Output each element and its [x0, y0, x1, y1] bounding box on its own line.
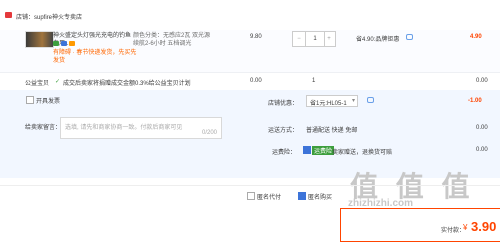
freight-insurance-fee: 0.00: [476, 147, 488, 153]
shipping-value: 普通配送 快递 免邮: [306, 128, 358, 134]
shipping-label: 运送方式：: [268, 128, 299, 134]
message-counter: 0/200: [201, 130, 217, 136]
store-coupon-label: 店铺优惠：: [268, 101, 299, 107]
chat-icon[interactable]: [406, 34, 413, 40]
unit-price: 9.80: [250, 34, 262, 40]
shipping-fee: 0.00: [476, 125, 488, 131]
total-label: 实付款：: [441, 228, 466, 234]
badge-icon: [53, 41, 59, 46]
charity-subtotal: 0.00: [476, 78, 488, 84]
invoice-checkbox[interactable]: [26, 96, 34, 104]
quantity-input[interactable]: 1: [305, 32, 325, 46]
charity-desc: 成交后卖家将捐赠成交金额0.3%给公益宝贝计划: [63, 81, 191, 87]
anonymous-pay-checkbox[interactable]: [247, 192, 255, 200]
total-box: 实付款： ¥ 3.90: [340, 208, 500, 242]
freight-insurance-checkbox[interactable]: [303, 146, 311, 154]
shop-name[interactable]: 店铺：supfire神火专卖店: [16, 12, 82, 21]
anonymous-buy-checkbox[interactable]: [298, 192, 306, 200]
chevron-down-icon: ▾: [351, 98, 355, 104]
anonymous-pay-label: 匿名代付: [257, 195, 282, 201]
quantity-stepper: − 1 +: [292, 31, 336, 47]
badge-icon: [69, 41, 75, 46]
anonymous-buy-label: 匿名购买: [308, 195, 333, 201]
message-label: 给卖家留言：: [25, 125, 62, 131]
freight-insurance-tag: 运费险: [312, 146, 335, 155]
currency-symbol: ¥: [463, 223, 468, 232]
freight-insurance-label: 运费险：: [272, 150, 297, 156]
message-placeholder: 选填, 请先和商家协商一致。付款后商家可见: [65, 125, 183, 131]
charity-qty: 1: [312, 78, 316, 84]
promo-text-2: 发货: [53, 58, 66, 64]
shop-row: 店铺：supfire神火专卖店: [0, 0, 500, 31]
charity-price: 0.00: [250, 78, 262, 84]
check-icon: ✓: [55, 79, 61, 85]
invoice-label: 开具发票: [36, 99, 61, 105]
discount-text: 省4.90:品牌钜惠: [356, 37, 400, 43]
sku-text: 颜色分类：无感应2瓦 双光源 续航2-6小时 五档调光: [133, 33, 211, 47]
shop-icon: [5, 12, 12, 18]
store-coupon-value: 省1元:HL05-1: [310, 101, 347, 107]
freight-insurance-desc: 卖家赠送，退换货可赔: [332, 150, 393, 156]
promo-text-1: 有障碍 · 春节快递发货，先买先: [53, 50, 137, 56]
plus-button[interactable]: +: [323, 32, 335, 46]
message-input[interactable]: 选填, 请先和商家协商一致。付款后商家可见 0/200: [60, 117, 222, 139]
total-amount: 3.90: [471, 219, 497, 234]
charity-label: 公益宝贝: [25, 81, 50, 87]
product-thumbnail[interactable]: [25, 31, 54, 48]
store-coupon-amount: -1.00: [468, 98, 482, 104]
store-coupon-select[interactable]: 省1元:HL05-1 ▾: [306, 95, 358, 107]
badge-icon: [61, 41, 67, 46]
minus-button[interactable]: −: [293, 32, 305, 46]
item-subtotal: 4.90: [470, 34, 482, 40]
chat-icon[interactable]: [367, 97, 374, 103]
